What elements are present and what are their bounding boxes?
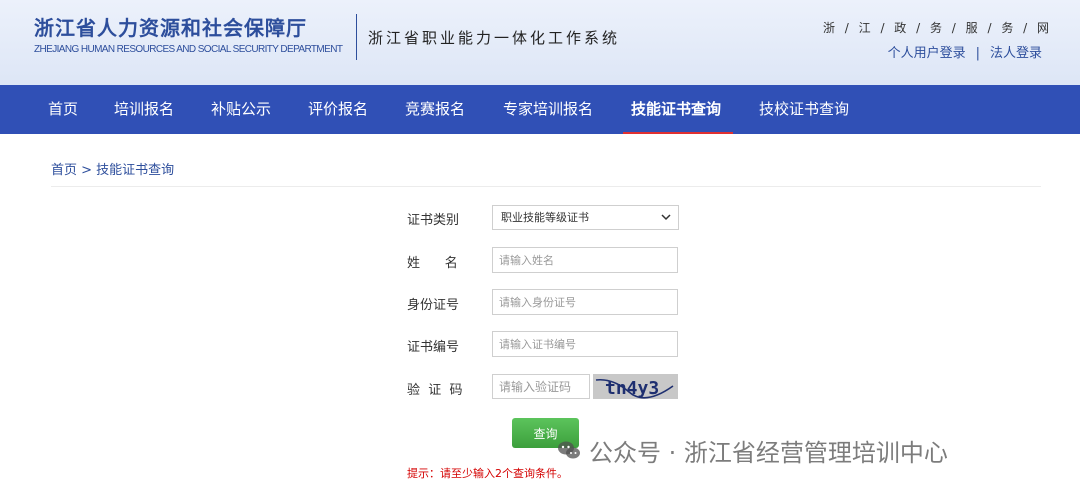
nav-item-expert-training-signup[interactable]: 专家培训报名 [503, 85, 593, 134]
captcha-input[interactable] [492, 374, 590, 399]
nav-item-home[interactable]: 首页 [48, 85, 78, 134]
name-input[interactable] [492, 247, 678, 273]
nav-item-training-signup[interactable]: 培训报名 [114, 85, 174, 134]
main-nav: 首页 培训报名 补贴公示 评价报名 竞赛报名 专家培训报名 技能证书查询 技校证… [0, 85, 1080, 134]
login-separator: | [975, 46, 980, 61]
query-tip: 提示：请至少输入2个查询条件。 [407, 467, 568, 480]
cert-number-label: 证书编号 [407, 340, 460, 355]
chevron-down-icon [661, 214, 671, 221]
wechat-icon [558, 441, 580, 459]
watermark: 公众号 · 浙江省经营管理培训中心 [557, 433, 948, 467]
gov-service-link[interactable]: 浙 / 江 / 政 / 务 / 服 / 务 / 网 [823, 19, 1052, 36]
personal-login-link[interactable]: 个人用户登录 [888, 46, 966, 61]
corporate-login-link[interactable]: 法人登录 [990, 46, 1042, 61]
captcha-image[interactable]: tn4y3 [593, 374, 678, 399]
cert-type-value: 职业技能等级证书 [501, 211, 589, 224]
header: 浙江省人力资源和社会保障厅 ZHEJIANG HUMAN RESOURCES A… [0, 0, 1080, 85]
cert-number-input[interactable] [492, 331, 678, 357]
breadcrumb[interactable]: 首页 > 技能证书查询 [51, 159, 174, 178]
nav-item-school-cert-query[interactable]: 技校证书查询 [759, 85, 849, 134]
captcha-text: tn4y3 [605, 378, 659, 399]
nav-item-competition-signup[interactable]: 竞赛报名 [405, 85, 465, 134]
nav-item-skill-cert-query[interactable]: 技能证书查询 [622, 85, 734, 134]
cert-type-select[interactable]: 职业技能等级证书 [492, 205, 679, 230]
org-name: 浙江省人力资源和社会保障厅 [34, 16, 307, 40]
id-number-input[interactable] [492, 289, 678, 315]
breadcrumb-divider [51, 186, 1041, 187]
name-label: 姓 名 [407, 256, 458, 271]
nav-item-evaluation-signup[interactable]: 评价报名 [308, 85, 368, 134]
captcha-label: 验 证 码 [407, 383, 463, 398]
watermark-text: 公众号 · 浙江省经营管理培训中心 [589, 438, 948, 467]
login-links: 个人用户登录 | 法人登录 [888, 42, 1042, 61]
system-name: 浙江省职业能力一体化工作系统 [368, 29, 621, 47]
cert-type-label: 证书类别 [407, 213, 460, 228]
nav-item-subsidy-notice[interactable]: 补贴公示 [211, 85, 271, 134]
id-number-label: 身份证号 [407, 298, 460, 313]
org-name-en: ZHEJIANG HUMAN RESOURCES AND SOCIAL SECU… [34, 44, 343, 55]
header-divider [356, 14, 357, 60]
